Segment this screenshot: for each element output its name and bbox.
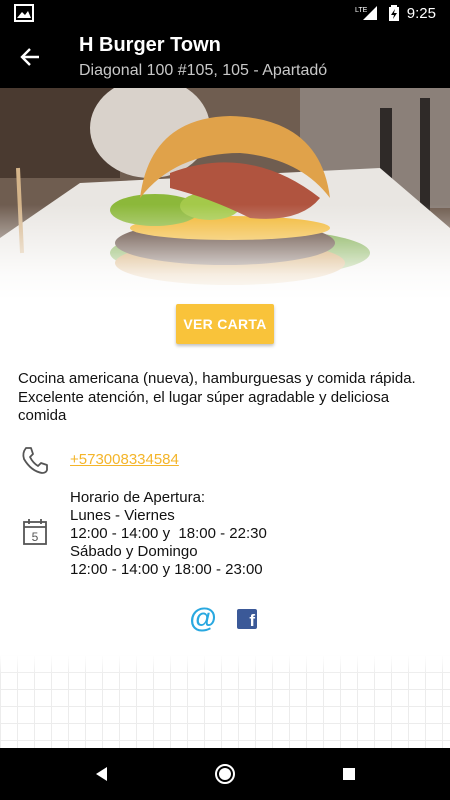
restaurant-description: Cocina americana (nueva), hamburguesas y…	[18, 370, 416, 424]
svg-text:LTE: LTE	[355, 7, 368, 14]
signal-icon: LTE	[355, 6, 377, 20]
calendar-day-number: 5	[32, 530, 39, 544]
phone-number-link[interactable]: +573008334584	[70, 451, 179, 468]
nav-recents-icon[interactable]	[337, 762, 361, 786]
grid-fade	[0, 655, 450, 675]
ver-carta-button[interactable]: VER CARTA	[176, 304, 274, 344]
hours-weekday-times: 12:00 - 14:00 y 18:00 - 22:30	[70, 525, 267, 542]
hero-fade-overlay	[0, 88, 450, 300]
page-subtitle-address: Diagonal 100 #105, 105 - Apartadó	[79, 62, 328, 79]
page-title: H Burger Town	[79, 34, 221, 56]
status-right: LTE 9:25	[355, 5, 436, 22]
opening-hours: Horario de Apertura: Lunes - Viernes 12:…	[70, 489, 267, 579]
hours-weekend-times: 12:00 - 14:00 y 18:00 - 23:00	[70, 561, 263, 578]
app-bar: H Burger Town Diagonal 100 #105, 105 - A…	[0, 26, 450, 88]
back-arrow-icon	[20, 48, 39, 66]
hours-weekday-label: Lunes - Viernes	[70, 507, 175, 524]
restaurant-hero-image	[0, 88, 450, 300]
system-navigation-bar	[0, 748, 450, 800]
gallery-notification-icon	[14, 4, 34, 22]
calendar-icon: 5	[23, 519, 47, 545]
status-left	[14, 4, 34, 22]
facebook-icon[interactable]: f	[237, 609, 257, 629]
battery-icon	[388, 5, 399, 21]
nav-home-icon[interactable]	[213, 762, 237, 786]
hours-weekend-label: Sábado y Domingo	[70, 543, 198, 560]
phone-icon	[22, 447, 48, 474]
nav-back-icon[interactable]	[90, 762, 114, 786]
status-bar: LTE 9:25	[0, 0, 450, 26]
email-icon[interactable]: @	[189, 603, 217, 633]
clock: 9:25	[406, 4, 436, 22]
hours-heading: Horario de Apertura:	[70, 489, 206, 506]
back-button[interactable]	[14, 41, 46, 73]
